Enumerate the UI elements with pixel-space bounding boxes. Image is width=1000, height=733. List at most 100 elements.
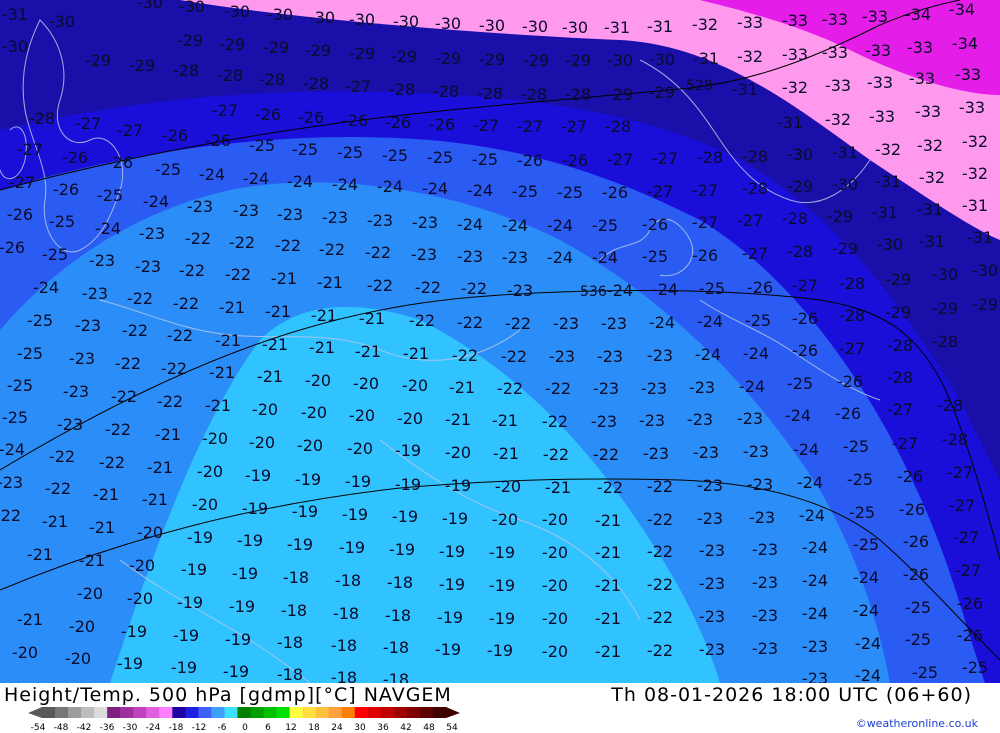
temperature-label: -19 <box>181 560 207 579</box>
temperature-label: -22 <box>127 289 153 308</box>
temperature-label: -31 <box>693 49 719 68</box>
temperature-label: -24 <box>607 281 633 300</box>
temperature-label: -31 <box>604 18 630 37</box>
temperature-label: -32 <box>917 136 943 155</box>
temperature-label: -30 <box>349 10 375 29</box>
credit-link[interactable]: ©weatheronline.co.uk <box>856 717 978 730</box>
temperature-label: -18 <box>277 633 303 652</box>
temperature-label: -26 <box>835 404 861 423</box>
temperature-label: -27 <box>561 117 587 136</box>
temperature-label: -18 <box>383 638 409 657</box>
temperature-label: -20 <box>129 556 155 575</box>
temperature-label: -26 <box>899 500 925 519</box>
temperature-label: -28 <box>29 109 55 128</box>
temperature-label: -24 <box>695 345 721 364</box>
temperature-label: -21 <box>309 338 335 357</box>
temperature-label: -29 <box>827 207 853 226</box>
temperature-label: -30 <box>179 0 205 16</box>
temperature-label: -26 <box>903 532 929 551</box>
temperature-label: -24 <box>422 179 448 198</box>
temperature-label: -21 <box>595 576 621 595</box>
temperature-label: -31 <box>2 5 28 24</box>
temperature-label: -18 <box>277 665 303 683</box>
temperature-label: -25 <box>787 374 813 393</box>
temperature-label: -23 <box>689 378 715 397</box>
legend-swatch <box>289 707 304 718</box>
temperature-label: -24 <box>143 192 169 211</box>
temperature-label: -25 <box>642 247 668 266</box>
temperature-label: -19 <box>445 476 471 495</box>
temperature-label: -20 <box>349 406 375 425</box>
temperature-label: -21 <box>595 543 621 562</box>
temperature-label: -23 <box>63 382 89 401</box>
temperature-label: -19 <box>395 441 421 460</box>
temperature-label: -22 <box>229 233 255 252</box>
temperature-label: -25 <box>849 503 875 522</box>
temperature-label: -21 <box>493 444 519 463</box>
temperature-label: -22 <box>225 265 251 284</box>
temperature-label: -22 <box>542 412 568 431</box>
temperature-label: -26 <box>517 151 543 170</box>
temperature-label: -18 <box>385 606 411 625</box>
legend-swatch <box>159 707 173 718</box>
temperature-label: -24 <box>243 169 269 188</box>
temperature-label: -28 <box>217 66 243 85</box>
temperature-label: -19 <box>237 531 263 550</box>
temperature-label: -25 <box>42 245 68 264</box>
temperature-label: -29 <box>177 31 203 50</box>
temperature-label: -33 <box>862 7 888 26</box>
temperature-label: -31 <box>962 196 988 215</box>
legend-swatch <box>354 707 369 718</box>
temperature-label: -20 <box>127 589 153 608</box>
temperature-label: -27 <box>117 121 143 140</box>
temperature-label: -28 <box>942 430 968 449</box>
legend-swatch <box>250 707 265 718</box>
temperature-label: -24 <box>855 634 881 653</box>
temperature-label: -33 <box>822 43 848 62</box>
map-title: Height/Temp. 500 hPa [gdmp][°C] NAVGEM <box>4 684 452 706</box>
legend-swatch <box>315 707 330 718</box>
temperature-label: -19 <box>339 538 365 557</box>
temperature-label: -28 <box>932 332 958 351</box>
temperature-label: -20 <box>445 443 471 462</box>
temperature-label: -29 <box>932 299 958 318</box>
temperature-label: -25 <box>249 136 275 155</box>
temperature-label: -19 <box>439 542 465 561</box>
temperature-label: -18 <box>333 604 359 623</box>
temperature-label: -21 <box>17 610 43 629</box>
temperature-label: -23 <box>322 208 348 227</box>
temperature-label: -20 <box>542 543 568 562</box>
temperature-label: -21 <box>595 642 621 661</box>
temperature-label: -19 <box>171 658 197 677</box>
temperature-label: -21 <box>359 309 385 328</box>
temperature-label: -32 <box>737 47 763 66</box>
temperature-label: -23 <box>549 347 575 366</box>
temperature-label: -34 <box>952 34 978 53</box>
temperature-label: -25 <box>292 140 318 159</box>
temperature-label: -24 <box>802 571 828 590</box>
temperature-label: -30 <box>49 12 75 31</box>
temperature-label: -19 <box>487 641 513 660</box>
temperature-label: -27 <box>17 140 43 159</box>
temperature-label: -33 <box>907 38 933 57</box>
legend-swatch <box>406 707 421 718</box>
temperature-label: -22 <box>593 445 619 464</box>
temperature-label: -28 <box>839 306 865 325</box>
temperature-label: -19 <box>342 505 368 524</box>
temperature-label: -18 <box>387 573 413 592</box>
temperature-label: -21 <box>445 410 471 429</box>
legend-swatch <box>133 707 147 718</box>
temperature-label: -23 <box>57 415 83 434</box>
temperature-label: -22 <box>105 420 131 439</box>
temperature-label: -19 <box>287 535 313 554</box>
temperature-label: -24 <box>467 181 493 200</box>
temperature-label: -30 <box>479 16 505 35</box>
legend-tick-label: 36 <box>377 723 389 731</box>
temperature-label: -24 <box>739 377 765 396</box>
temperature-label: -20 <box>397 409 423 428</box>
temperature-label: -32 <box>875 140 901 159</box>
temperature-label: -20 <box>402 376 428 395</box>
temperature-label: -26 <box>957 626 983 645</box>
temperature-label: -23 <box>693 443 719 462</box>
temperature-label: -29 <box>565 51 591 70</box>
